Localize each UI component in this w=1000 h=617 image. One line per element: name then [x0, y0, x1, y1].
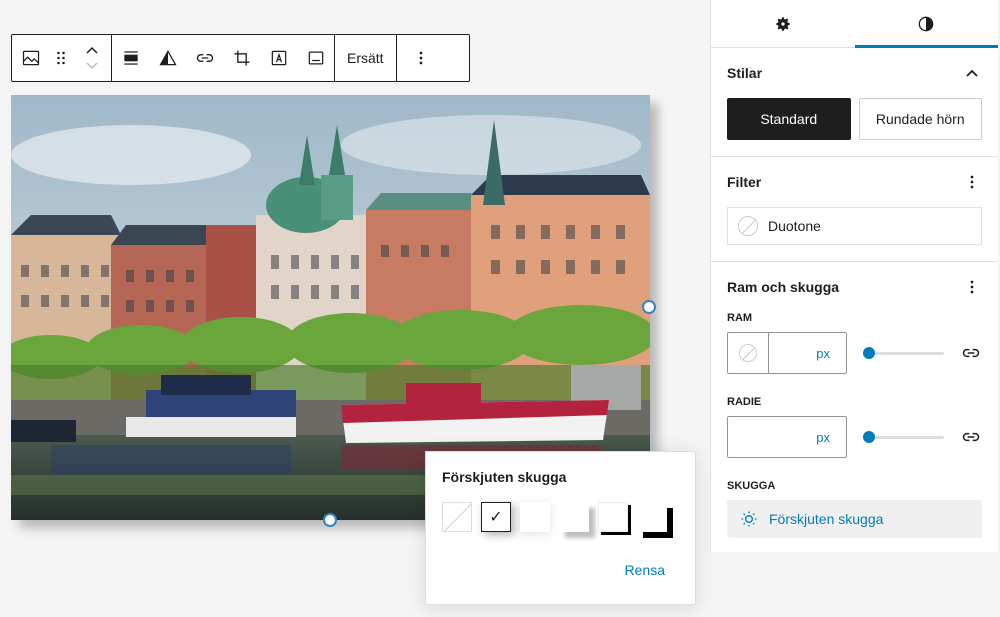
duotone-label: Duotone	[768, 218, 821, 234]
radius-slider[interactable]	[863, 427, 944, 447]
gear-icon	[776, 16, 790, 31]
duotone-picker[interactable]: Duotone	[727, 207, 982, 245]
styles-panel-header[interactable]: Stilar	[727, 48, 982, 98]
shadow-popover: Förskjuten skugga ✓ Rensa	[425, 451, 696, 605]
no-color-icon	[738, 216, 758, 236]
border-shadow-panel: Ram och skugga RAM px RADIE px SKUGGA Fö…	[711, 262, 998, 538]
shadow-preset-selected[interactable]: ✓	[481, 502, 511, 532]
shadow-icon	[741, 511, 757, 527]
radius-input[interactable]: px	[727, 416, 847, 458]
duotone-filter-icon[interactable]	[149, 35, 186, 81]
resize-handle-bottom[interactable]	[323, 513, 337, 527]
move-up-icon[interactable]	[85, 45, 99, 55]
shadow-preset-natural[interactable]	[520, 502, 550, 532]
border-width-slider[interactable]	[863, 343, 944, 363]
shadow-toggle-button[interactable]: Förskjuten skugga	[727, 500, 982, 538]
popover-title: Förskjuten skugga	[442, 469, 567, 485]
more-options-icon[interactable]	[397, 35, 445, 81]
filter-options-icon[interactable]	[962, 172, 982, 192]
link-sides-icon[interactable]	[960, 342, 982, 364]
check-icon: ✓	[489, 509, 503, 526]
block-toolbar: Ersätt	[11, 34, 470, 82]
styles-panel: Stilar Standard Rundade hörn	[711, 48, 998, 157]
shadow-value: Förskjuten skugga	[769, 511, 884, 527]
filter-panel: Filter Duotone	[711, 157, 998, 262]
image-block-icon[interactable]	[12, 35, 49, 81]
contrast-icon	[918, 16, 934, 31]
toolbar-group-options	[397, 35, 445, 81]
caption-icon[interactable]	[297, 35, 334, 81]
link-icon[interactable]	[186, 35, 223, 81]
clear-button[interactable]: Rensa	[625, 562, 665, 578]
border-panel-header: Ram och skugga	[727, 262, 982, 312]
shadow-preset-none[interactable]	[442, 502, 472, 532]
tab-settings[interactable]	[711, 0, 855, 47]
border-unit-select[interactable]: px	[816, 346, 846, 361]
block-mover	[80, 35, 104, 81]
border-width-input[interactable]: px	[727, 332, 847, 374]
border-options-icon[interactable]	[962, 277, 982, 297]
toolbar-group-replace: Ersätt	[335, 35, 397, 81]
toolbar-group-block	[12, 35, 112, 81]
crop-icon[interactable]	[223, 35, 260, 81]
border-label: RAM	[727, 312, 753, 324]
sidebar-tabs	[711, 0, 998, 48]
link-corners-icon[interactable]	[960, 426, 982, 448]
drag-handle-icon[interactable]	[49, 35, 73, 81]
text-over-image-icon[interactable]	[260, 35, 297, 81]
radius-control: px	[727, 416, 982, 458]
tab-styles[interactable]	[854, 0, 999, 48]
slider-thumb[interactable]	[863, 431, 875, 443]
border-control: px	[727, 332, 982, 374]
align-icon[interactable]	[112, 35, 149, 81]
filter-panel-header: Filter	[727, 157, 982, 207]
shadow-label: SKUGGA	[727, 480, 776, 492]
shadow-presets: ✓	[442, 502, 679, 532]
shadow-preset-crisp[interactable]	[637, 502, 667, 532]
radius-label: RADIE	[727, 396, 762, 408]
resize-handle-right[interactable]	[642, 300, 656, 314]
border-panel-title: Ram och skugga	[727, 279, 840, 295]
toolbar-group-tools	[112, 35, 335, 81]
style-options: Standard Rundade hörn	[727, 98, 982, 156]
replace-button[interactable]: Ersätt	[335, 35, 396, 81]
slider-thumb[interactable]	[863, 347, 875, 359]
shadow-preset-deep[interactable]	[559, 502, 589, 532]
shadow-preset-sharp[interactable]	[598, 502, 628, 532]
filter-panel-title: Filter	[727, 174, 762, 190]
border-color-button[interactable]	[728, 333, 769, 373]
settings-sidebar: Stilar Standard Rundade hörn Filter Duot…	[710, 0, 998, 552]
style-rounded-button[interactable]: Rundade hörn	[858, 98, 982, 140]
move-down-icon[interactable]	[85, 61, 99, 71]
styles-panel-title: Stilar	[727, 65, 763, 81]
radius-unit-select[interactable]: px	[816, 430, 846, 445]
no-color-icon	[739, 344, 757, 362]
chevron-up-icon[interactable]	[962, 63, 982, 83]
style-standard-button[interactable]: Standard	[727, 98, 851, 140]
